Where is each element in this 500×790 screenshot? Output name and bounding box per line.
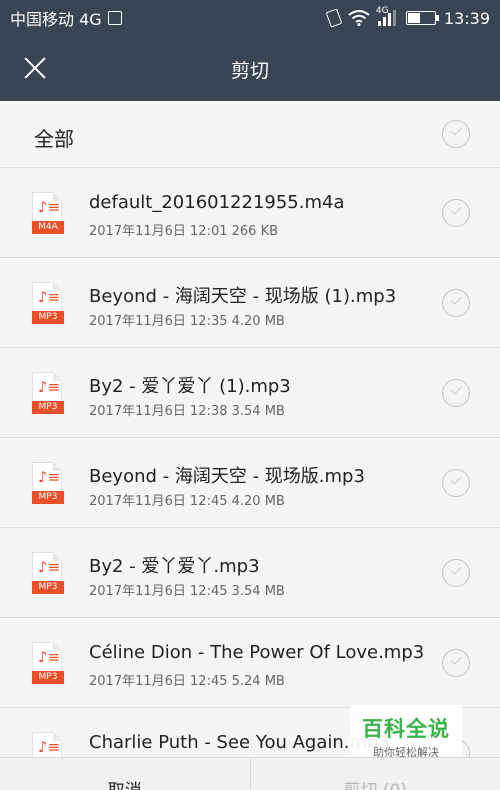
- select-all-checkbox[interactable]: [442, 120, 470, 148]
- status-left: 中国移动 4G: [10, 6, 122, 30]
- audio-file-icon: ♪≡ MP3: [32, 282, 66, 324]
- audio-file-icon: ♪≡ MP3: [32, 552, 66, 594]
- file-meta: 2017年11月6日 12:45 4.20 MB: [89, 494, 285, 509]
- file-meta: 2017年11月6日 12:01 266 KB: [89, 224, 279, 239]
- sim-icon: [107, 11, 122, 25]
- file-type-tag: MP3: [32, 311, 64, 324]
- file-type-tag: MP3: [32, 401, 64, 414]
- file-list: ♪≡ M4A default_201601221955.m4a 2017年11月…: [0, 168, 500, 790]
- file-name: By2 - 爱丫爱丫.mp3: [89, 556, 260, 577]
- page-title: 剪切: [230, 60, 269, 82]
- file-meta: 2017年11月6日 12:45 3.54 MB: [89, 584, 285, 599]
- file-row[interactable]: ♪≡ MP3 Beyond - 海阔天空 - 现场版 (1).mp3 2017年…: [0, 258, 500, 348]
- file-checkbox[interactable]: [442, 469, 470, 497]
- audio-file-icon: ♪≡ MP3: [32, 462, 66, 504]
- file-type-tag: MP3: [32, 581, 64, 594]
- audio-file-icon: ♪≡ M4A: [32, 192, 66, 234]
- status-bar: 中国移动 4G 4G 13:39: [0, 0, 500, 36]
- file-name: Beyond - 海阔天空 - 现场版.mp3: [89, 466, 365, 487]
- cancel-button[interactable]: 取消: [0, 758, 250, 790]
- file-row[interactable]: ♪≡ MP3 Céline Dion - The Power Of Love.m…: [0, 618, 500, 708]
- watermark-logo: 百科全说 助你轻松解决: [350, 705, 462, 761]
- music-note-icon: ♪≡: [38, 558, 61, 576]
- file-row[interactable]: ♪≡ MP3 Beyond - 海阔天空 - 现场版.mp3 2017年11月6…: [0, 438, 500, 528]
- file-name: Charlie Puth - See You Again.mp3: [89, 732, 390, 753]
- music-note-icon: ♪≡: [38, 738, 61, 756]
- file-meta: 2017年11月6日 12:45 5.24 MB: [89, 674, 285, 689]
- file-name: Céline Dion - The Power Of Love.mp3: [89, 642, 425, 663]
- file-checkbox[interactable]: [442, 649, 470, 677]
- music-note-icon: ♪≡: [38, 198, 61, 216]
- music-note-icon: ♪≡: [38, 288, 61, 306]
- network-type-label: 4G: [375, 6, 389, 16]
- audio-file-icon: ♪≡ MP3: [32, 372, 66, 414]
- file-name: default_201601221955.m4a: [89, 192, 345, 213]
- watermark-title: 百科全说: [362, 717, 450, 741]
- music-note-icon: ♪≡: [38, 378, 61, 396]
- signal-icon: 4G: [376, 6, 398, 26]
- file-row[interactable]: ♪≡ MP3 By2 - 爱丫爱丫 (1).mp3 2017年11月6日 12:…: [0, 348, 500, 438]
- file-meta: 2017年11月6日 12:35 4.20 MB: [89, 314, 285, 329]
- file-name: By2 - 爱丫爱丫 (1).mp3: [89, 376, 291, 397]
- carrier-label: 中国移动 4G: [10, 10, 102, 29]
- music-note-icon: ♪≡: [38, 468, 61, 486]
- file-row[interactable]: ♪≡ MP3 By2 - 爱丫爱丫.mp3 2017年11月6日 12:45 3…: [0, 528, 500, 618]
- file-checkbox[interactable]: [442, 559, 470, 587]
- file-checkbox[interactable]: [442, 379, 470, 407]
- file-checkbox[interactable]: [442, 199, 470, 227]
- music-note-icon: ♪≡: [38, 648, 61, 666]
- vibrate-icon: [325, 8, 343, 28]
- clock: 13:39: [443, 8, 490, 28]
- file-type-tag: MP3: [32, 671, 64, 684]
- select-all-label: 全部: [34, 127, 74, 151]
- cut-button[interactable]: 剪切 (0): [249, 758, 500, 790]
- status-right: 4G 13:39: [325, 6, 490, 28]
- file-meta: 2017年11月6日 12:38 3.54 MB: [89, 404, 285, 419]
- file-checkbox[interactable]: [442, 289, 470, 317]
- title-bar: 剪切: [0, 36, 500, 101]
- file-name: Beyond - 海阔天空 - 现场版 (1).mp3: [89, 286, 397, 307]
- battery-icon: [405, 11, 439, 25]
- battery-fill: [407, 13, 421, 23]
- audio-file-icon: ♪≡ MP3: [32, 642, 66, 684]
- bottom-action-bar: 取消 剪切 (0): [0, 757, 500, 790]
- file-type-tag: MP3: [32, 491, 64, 504]
- wifi-icon: [348, 10, 370, 26]
- file-type-tag: M4A: [32, 221, 64, 234]
- select-all-row[interactable]: 全部: [0, 101, 500, 168]
- file-row[interactable]: ♪≡ M4A default_201601221955.m4a 2017年11月…: [0, 168, 500, 258]
